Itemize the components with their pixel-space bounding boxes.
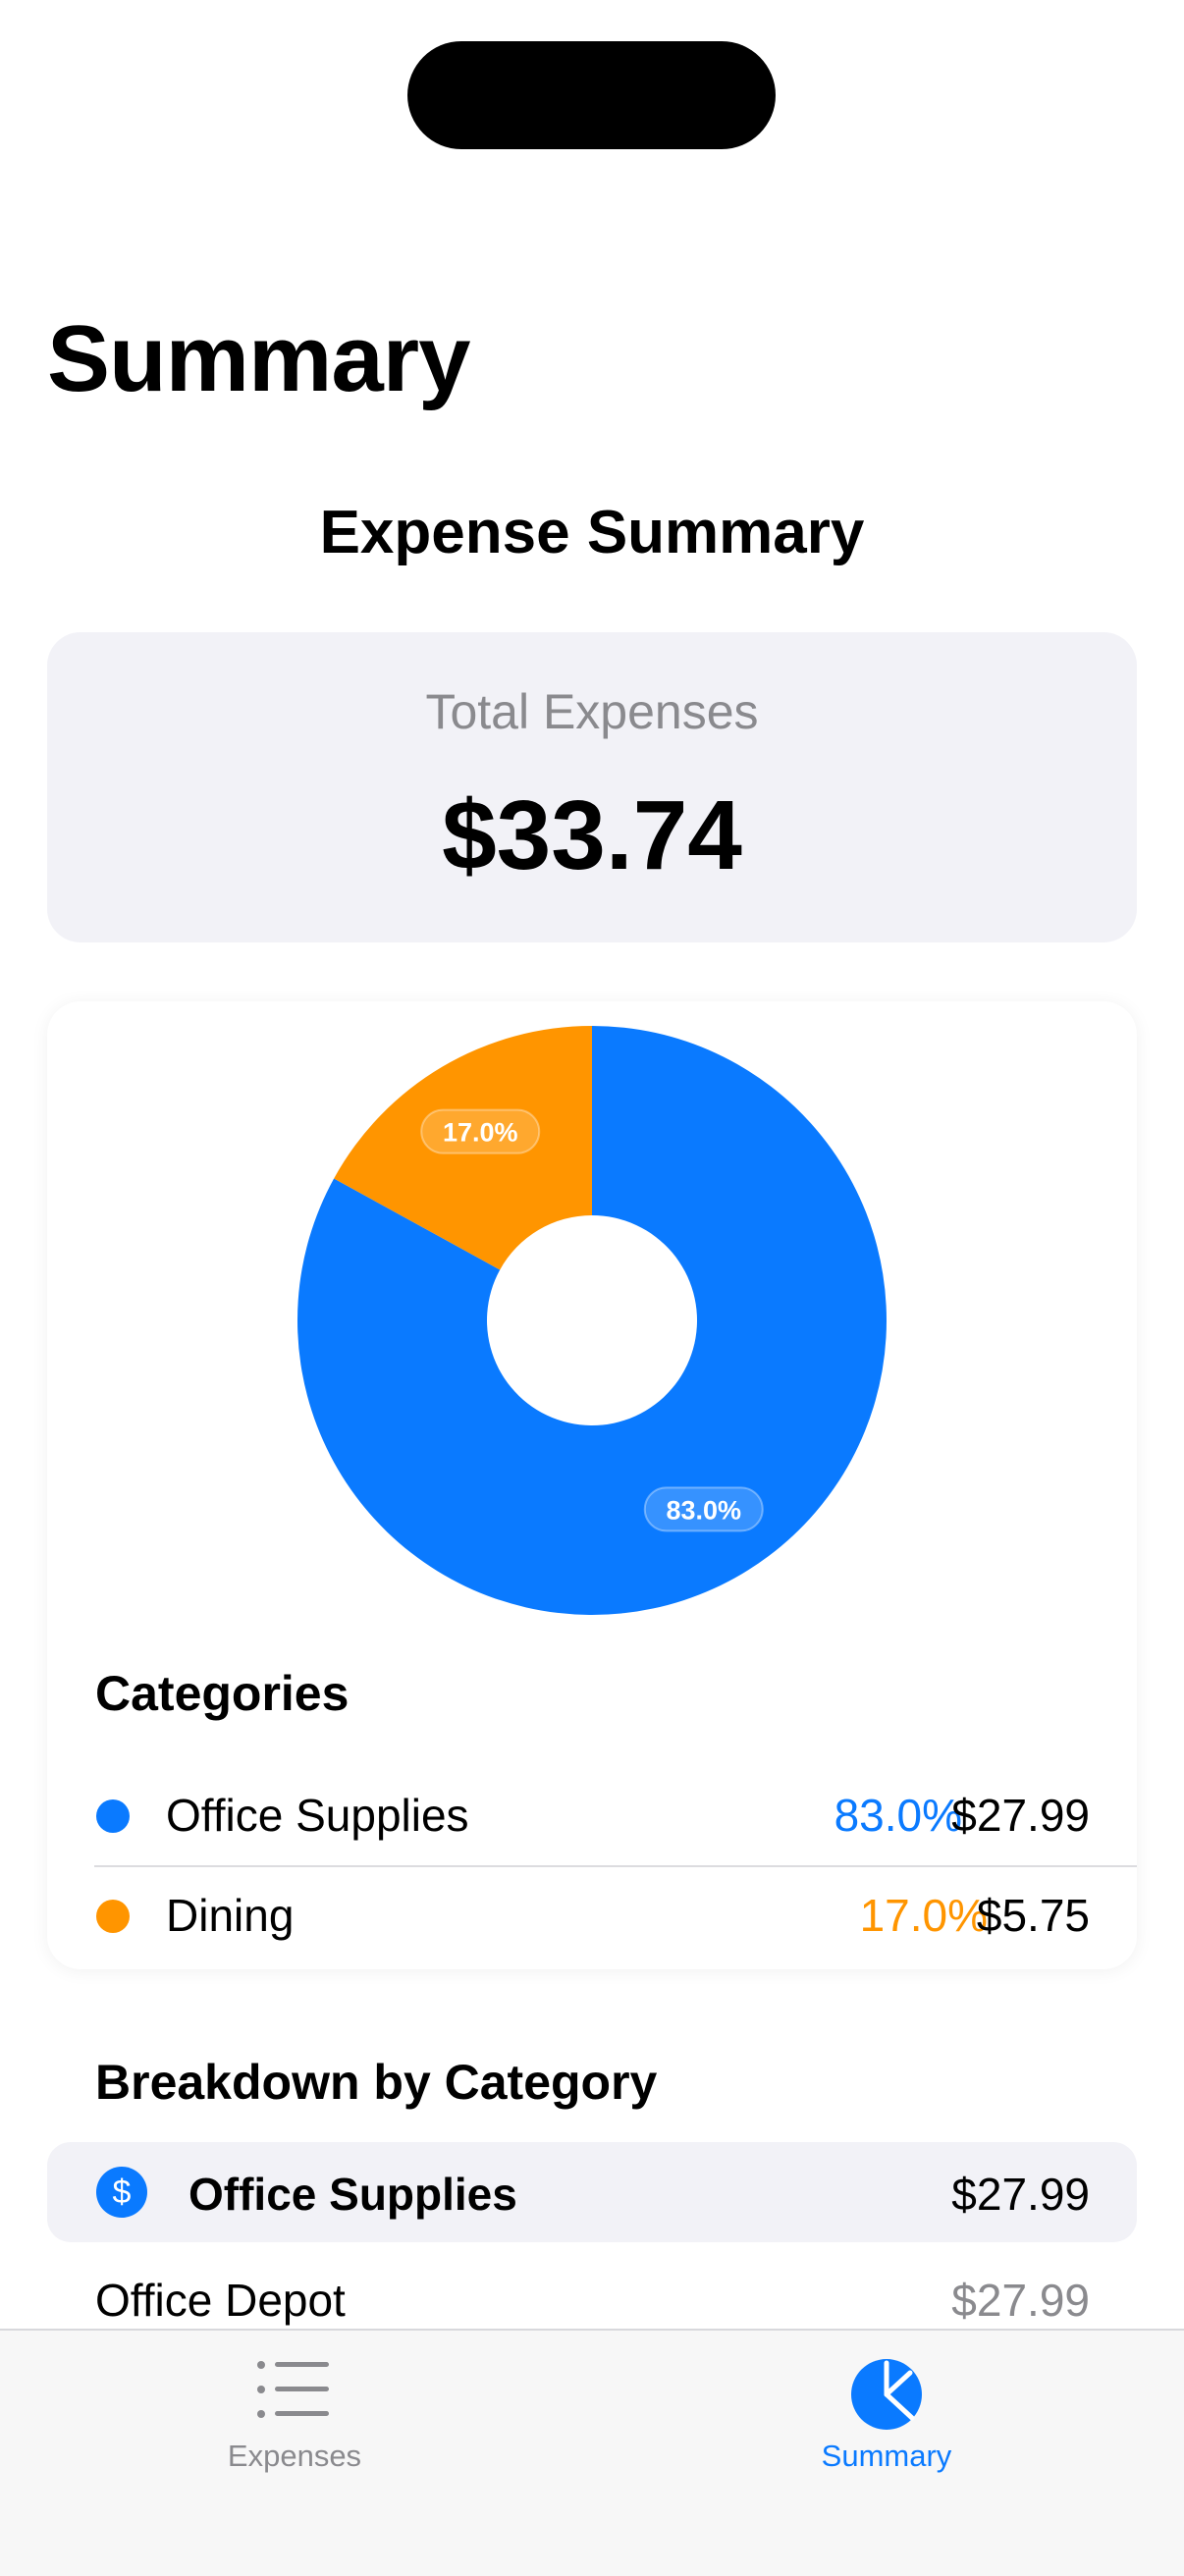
breakdown-group-name: Office Supplies: [188, 2169, 517, 2220]
expense-item-name: Office Depot: [95, 2275, 346, 2326]
category-amount: $27.99: [951, 1790, 1090, 1841]
category-row-dining[interactable]: Dining 17.0% $5.75: [47, 1867, 1137, 1965]
category-name: Dining: [166, 1890, 295, 1941]
svg-text:83.0%: 83.0%: [666, 1495, 741, 1525]
dollar-icon: $: [96, 2167, 147, 2218]
categories-title: Categories: [95, 1666, 350, 1721]
pie-data-label: 17.0%: [420, 1108, 541, 1154]
svg-text:17.0%: 17.0%: [443, 1118, 518, 1148]
total-expenses-label: Total Expenses: [425, 684, 759, 739]
expense-summary-heading: Expense Summary: [319, 499, 865, 566]
tab-label: Summary: [821, 2439, 952, 2473]
breakdown-group-amount: $27.99: [951, 2169, 1090, 2220]
expense-item-amount: $27.99: [951, 2275, 1090, 2326]
breakdown-group-office-supplies[interactable]: $ Office Supplies $27.99: [47, 2142, 1137, 2242]
tab-label: Expenses: [227, 2439, 362, 2473]
category-name: Office Supplies: [166, 1790, 469, 1841]
pie-chart-icon: [851, 2359, 922, 2430]
total-expenses-card: Total Expenses $33.74: [47, 632, 1137, 942]
total-expenses-value: $33.74: [442, 780, 742, 890]
category-amount: $5.75: [976, 1890, 1090, 1941]
category-percent: 83.0%: [834, 1790, 962, 1841]
chart-card: 83.0% 17.0% Categories Office Supplies 83…: [47, 1001, 1137, 1969]
pie-data-label: 83.0%: [643, 1486, 764, 1532]
page-title: Summary: [47, 306, 471, 411]
category-row-office-supplies[interactable]: Office Supplies 83.0% $27.99: [47, 1767, 1137, 1865]
donut-chart: 83.0% 17.0%: [297, 1026, 887, 1615]
category-percent: 17.0%: [859, 1890, 988, 1941]
category-color-dot: [96, 1900, 130, 1933]
category-color-dot: [96, 1799, 130, 1833]
dynamic-island: [407, 41, 776, 149]
tab-bar: Expenses Summary: [0, 2329, 1184, 2576]
expense-item-row[interactable]: Office Depot $27.99: [47, 2274, 1137, 2333]
list-icon: [257, 2361, 329, 2418]
breakdown-title: Breakdown by Category: [95, 2055, 658, 2110]
